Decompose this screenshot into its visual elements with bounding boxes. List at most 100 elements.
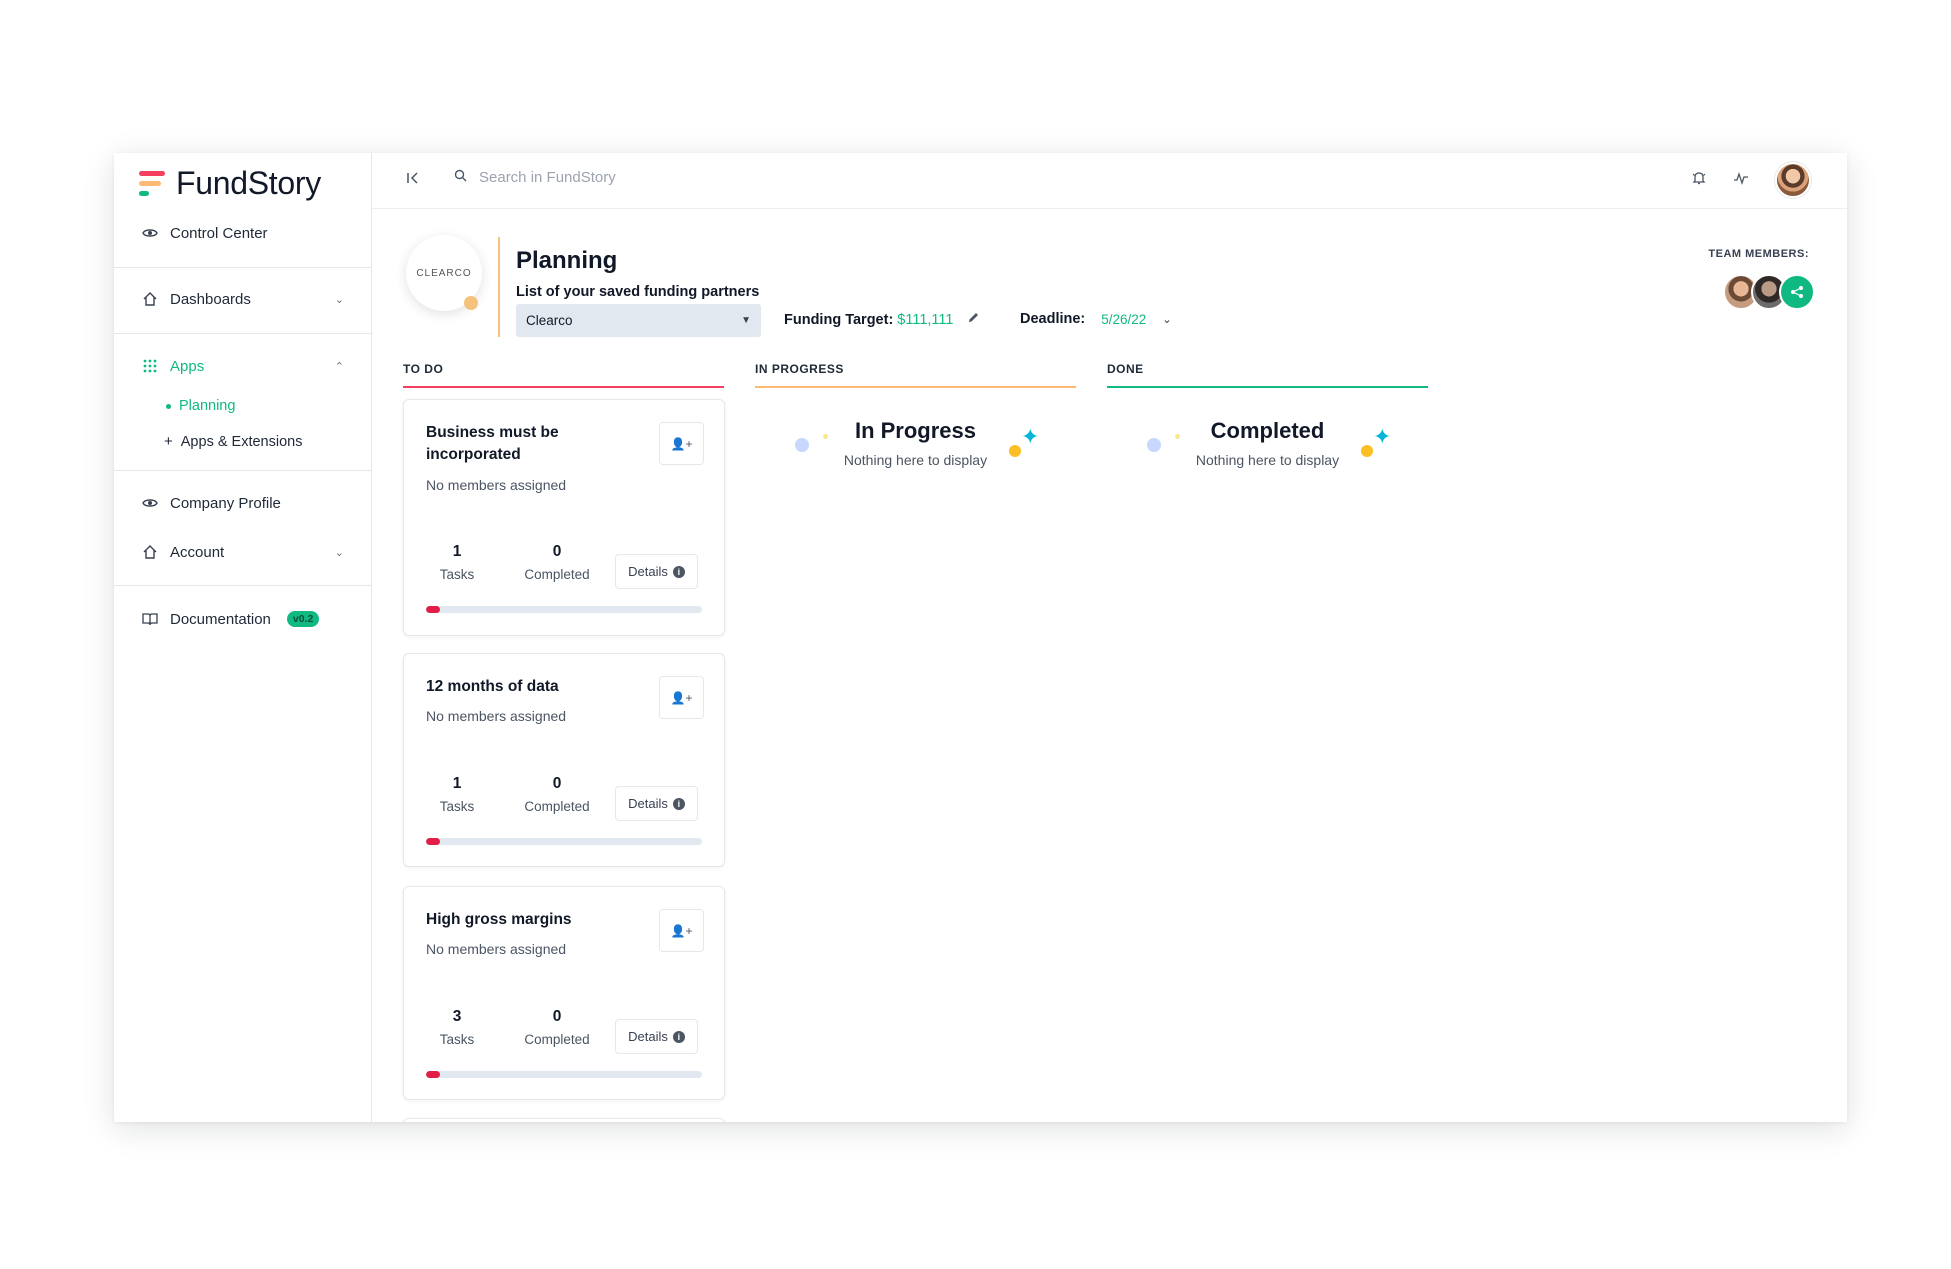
task-card[interactable]: Business must be incorporated No members… — [403, 399, 725, 636]
column-title: IN PROGRESS — [755, 362, 844, 376]
tasks-label: Tasks — [439, 799, 475, 814]
grid-icon — [142, 358, 158, 374]
collapse-sidebar-icon[interactable] — [406, 171, 420, 190]
empty-state-in-progress: In Progress Nothing here to display ✦ — [755, 418, 1076, 468]
sidebar-item-label: Control Center — [170, 224, 268, 242]
card-title: Business must be incorporated — [426, 424, 559, 463]
divider — [114, 333, 372, 334]
completed-label: Completed — [524, 799, 590, 814]
task-card[interactable]: High gross margins No members assigned 👤… — [403, 886, 725, 1100]
details-label: Details — [628, 564, 668, 579]
sidebar-item-label: Planning — [179, 398, 236, 414]
logo[interactable]: FundStory — [139, 165, 321, 202]
home-icon — [142, 544, 158, 560]
topbar: Search in FundStory — [372, 153, 1847, 209]
details-button[interactable]: Details i — [615, 1019, 698, 1054]
completed-label: Completed — [524, 567, 590, 582]
status-dot — [464, 296, 478, 310]
edit-icon[interactable] — [967, 311, 980, 328]
assign-member-button[interactable]: 👤+ — [659, 909, 704, 952]
card-members: No members assigned — [426, 941, 567, 957]
deadline-label: Deadline: — [1020, 311, 1086, 327]
completed-label: Completed — [524, 1032, 590, 1047]
team-avatars — [1723, 274, 1815, 310]
search-bar[interactable]: Search in FundStory — [454, 169, 616, 186]
column-underline — [1107, 386, 1428, 388]
sidebar-item-label: Company Profile — [170, 494, 281, 512]
progress-fill — [426, 1071, 440, 1078]
task-card[interactable] — [403, 1118, 725, 1122]
search-input[interactable]: Search in FundStory — [479, 169, 616, 186]
partner-select[interactable]: Clearco ▼ — [516, 304, 761, 337]
bell-icon[interactable] — [1691, 170, 1707, 191]
divider — [114, 267, 372, 268]
tasks-label: Tasks — [439, 1032, 475, 1047]
partner-logo-text: CLEARCO — [416, 267, 472, 279]
share-button[interactable] — [1779, 274, 1815, 310]
assign-member-button[interactable]: 👤+ — [659, 422, 704, 465]
progress-fill — [426, 838, 440, 845]
completed-count: 0 — [552, 1008, 562, 1025]
column-in-progress-header: IN PROGRESS — [755, 362, 1076, 388]
team-members-label: TEAM MEMBERS: — [1708, 248, 1809, 260]
info-icon: i — [672, 797, 685, 810]
empty-state-text: Nothing here to display — [843, 452, 988, 468]
eye-icon — [142, 495, 158, 511]
version-badge: v0.2 — [286, 611, 320, 627]
column-title: TO DO — [403, 362, 444, 376]
info-icon: i — [672, 565, 685, 578]
decor-dot — [795, 438, 809, 452]
completed-count: 0 — [552, 775, 562, 792]
eye-icon — [142, 225, 158, 241]
chevron-down-icon: ▼ — [741, 315, 751, 326]
assign-member-button[interactable]: 👤+ — [659, 676, 704, 719]
tasks-count: 1 — [452, 775, 462, 792]
decor-dot — [823, 434, 828, 439]
sidebar-item-company-profile[interactable]: Company Profile — [142, 492, 344, 514]
card-members: No members assigned — [426, 477, 567, 493]
add-user-icon: 👤+ — [670, 690, 693, 705]
app-name: FundStory — [176, 165, 321, 201]
deadline-value[interactable]: 5/26/22 — [1101, 312, 1146, 327]
sidebar-item-label: Documentation — [170, 610, 271, 628]
completed-stat: 0 Completed — [517, 1008, 597, 1047]
tasks-label: Tasks — [439, 567, 475, 582]
tasks-count: 3 — [452, 1008, 462, 1025]
page-subtitle: List of your saved funding partners — [516, 284, 760, 300]
sidebar-item-dashboards[interactable]: Dashboards ⌄ — [142, 288, 344, 310]
decor-sparkle-icon: ✦ — [1021, 424, 1040, 449]
tasks-stat: 1 Tasks — [432, 543, 482, 582]
details-button[interactable]: Details i — [615, 554, 698, 589]
card-members: No members assigned — [426, 708, 567, 724]
info-icon: i — [672, 1030, 685, 1043]
sidebar-item-apps[interactable]: Apps ⌃ — [142, 355, 344, 377]
empty-state-text: Nothing here to display — [1195, 452, 1340, 468]
chevron-up-icon: ⌃ — [334, 360, 344, 373]
deadline: Deadline: 5/26/22 ⌄ — [1020, 311, 1172, 327]
card-title: High gross margins — [426, 911, 572, 928]
partner-select-value: Clearco — [526, 313, 573, 328]
progress-bar — [426, 1071, 702, 1078]
page-title: Planning — [516, 247, 618, 274]
sidebar-item-account[interactable]: Account ⌄ — [142, 541, 344, 563]
decor-sparkle-icon: ✦ — [1373, 424, 1392, 449]
sidebar-subitem-planning[interactable]: Planning — [166, 398, 235, 414]
task-card[interactable]: 12 months of data No members assigned 👤+… — [403, 653, 725, 867]
sidebar-item-control-center[interactable]: Control Center — [142, 222, 344, 244]
user-avatar[interactable] — [1775, 162, 1811, 198]
sidebar-item-label: Account — [170, 543, 225, 561]
funding-target: Funding Target: $111,111 — [784, 311, 980, 328]
chevron-down-icon[interactable]: ⌄ — [1162, 313, 1171, 326]
progress-bar — [426, 838, 702, 845]
details-label: Details — [628, 796, 668, 811]
sidebar-subitem-apps-extensions[interactable]: + Apps & Extensions — [164, 433, 302, 450]
progress-fill — [426, 606, 440, 613]
app-window: FundStory Control Center Dashboards ⌄ Ap… — [114, 153, 1847, 1122]
activity-icon[interactable] — [1733, 170, 1749, 191]
divider — [114, 470, 372, 471]
tasks-count: 1 — [452, 543, 462, 560]
column-done-header: DONE — [1107, 362, 1428, 388]
sidebar-item-documentation[interactable]: Documentation v0.2 — [142, 608, 344, 630]
completed-stat: 0 Completed — [517, 775, 597, 814]
details-button[interactable]: Details i — [615, 786, 698, 821]
